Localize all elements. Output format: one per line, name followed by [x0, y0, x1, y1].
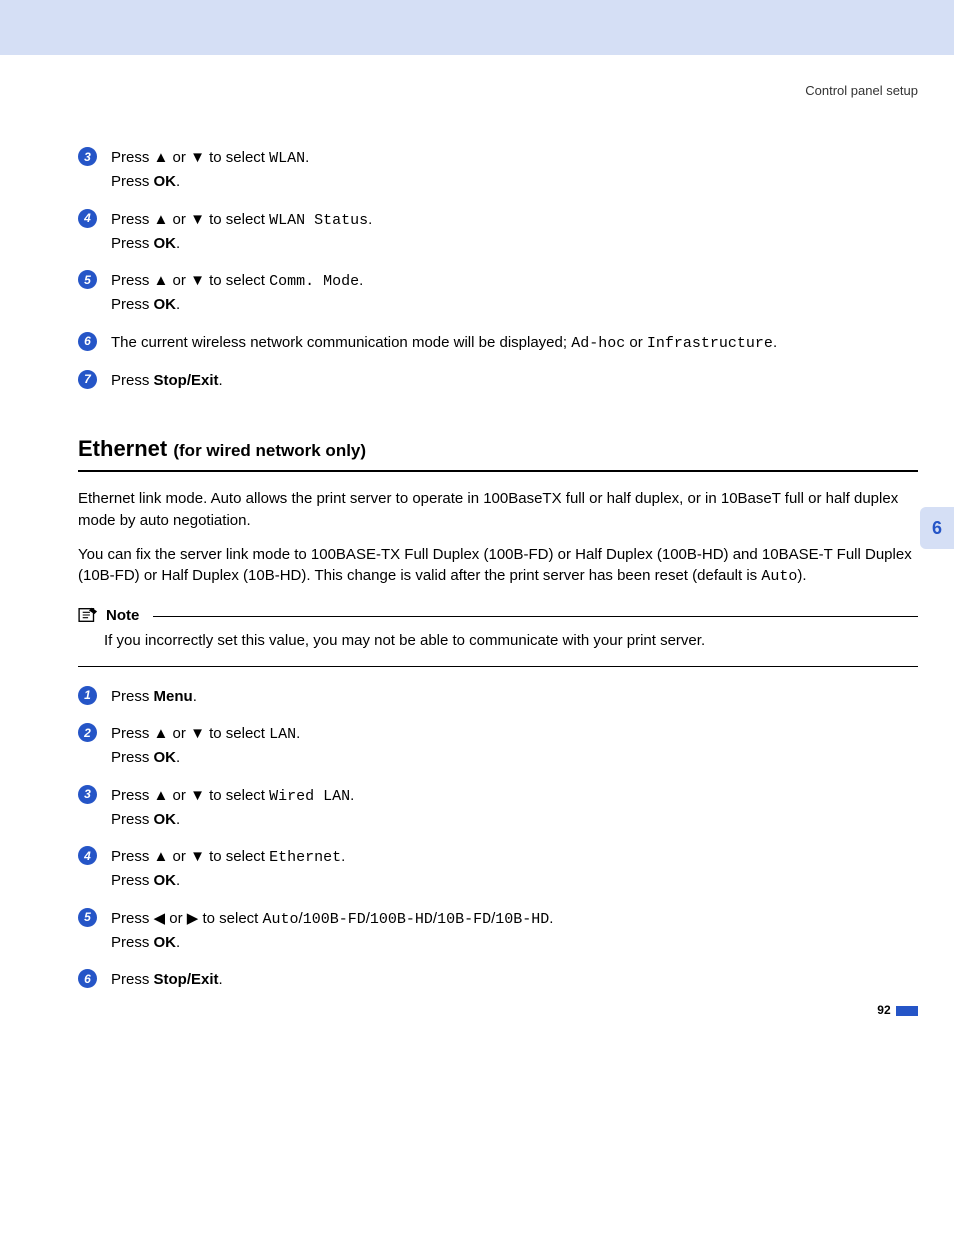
left-arrow-icon: ◀	[154, 910, 166, 927]
text: Press	[111, 372, 154, 389]
page-number: 92	[877, 1003, 890, 1017]
step-badge: 6	[78, 969, 97, 988]
step-body: Press ▲ or ▼ to select Wired LAN.Press O…	[111, 784, 918, 832]
heading-sub: (for wired network only)	[173, 441, 366, 460]
code: 100B-FD	[303, 911, 366, 928]
code: Auto	[263, 911, 299, 928]
step-3: 3 Press ▲ or ▼ to select WLAN.Press OK.	[78, 146, 918, 194]
step-6: 6 The current wireless network communica…	[78, 331, 918, 355]
step-body: Press ▲ or ▼ to select WLAN Status.Press…	[111, 208, 918, 256]
paragraph-2: You can fix the server link mode to 100B…	[78, 544, 918, 589]
bottom-step-6: 6 Press Stop/Exit.	[78, 968, 918, 991]
section-heading: Ethernet (for wired network only)	[78, 436, 918, 462]
step-body: Press ▲ or ▼ to select LAN.Press OK.	[111, 722, 918, 770]
bold: Menu	[154, 688, 193, 705]
step-badge: 3	[78, 785, 97, 804]
paragraph-1: Ethernet link mode. Auto allows the prin…	[78, 488, 918, 532]
step-7: 7 Press Stop/Exit.	[78, 369, 918, 392]
text: Press	[111, 971, 154, 988]
text: or	[625, 334, 647, 351]
footer-mark-icon	[896, 1006, 918, 1016]
step-badge: 6	[78, 332, 97, 351]
header-label: Control panel setup	[78, 83, 918, 98]
step-body: Press ▲ or ▼ to select Ethernet.Press OK…	[111, 845, 918, 893]
code: Ethernet	[269, 849, 341, 866]
step-badge: 4	[78, 846, 97, 865]
bold: Stop/Exit	[154, 372, 219, 389]
text: Press	[111, 910, 154, 927]
chapter-tab: 6	[920, 507, 954, 549]
text: .	[193, 688, 197, 705]
text: .	[219, 372, 223, 389]
step-body: Press Stop/Exit.	[111, 369, 918, 392]
step-badge: 5	[78, 270, 97, 289]
options: Auto/100B-FD/100B-HD/10B-FD/10B-HD	[263, 910, 550, 927]
step-body: Press Menu.	[111, 685, 918, 708]
up-arrow-icon: ▲	[154, 848, 169, 865]
code: Infrastructure	[647, 335, 773, 352]
code: Comm. Mode	[269, 273, 359, 290]
top-band	[0, 0, 954, 55]
step-body: Press ▲ or ▼ to select Comm. Mode.Press …	[111, 269, 918, 317]
text: to select	[198, 910, 262, 927]
note-block: Note If you incorrectly set this value, …	[78, 606, 918, 667]
step-badge: 2	[78, 723, 97, 742]
bottom-step-5: 5 Press ◀ or ▶ to select Auto/100B-FD/10…	[78, 907, 918, 955]
up-arrow-icon: ▲	[154, 272, 169, 289]
code: Ad-hoc	[571, 335, 625, 352]
note-icon	[78, 606, 100, 624]
code: WLAN	[269, 150, 305, 167]
note-top-rule	[153, 616, 918, 617]
code: Wired LAN	[269, 788, 350, 805]
step-body: Press ▲ or ▼ to select WLAN.Press OK.	[111, 146, 918, 194]
page-footer: 92	[877, 1003, 918, 1017]
press-ok: Press OK.	[111, 934, 180, 951]
up-arrow-icon: ▲	[154, 725, 169, 742]
bottom-step-1: 1 Press Menu.	[78, 685, 918, 708]
code: 10B-HD	[495, 911, 549, 928]
code: Auto	[761, 568, 797, 585]
note-bottom-rule	[78, 666, 918, 667]
down-arrow-icon: ▼	[190, 848, 205, 865]
right-arrow-icon: ▶	[187, 910, 199, 927]
text: .	[773, 334, 777, 351]
code: 10B-FD	[437, 911, 491, 928]
step-5: 5 Press ▲ or ▼ to select Comm. Mode.Press…	[78, 269, 918, 317]
up-arrow-icon: ▲	[154, 149, 169, 166]
note-title: Note	[106, 607, 139, 624]
step-badge: 1	[78, 686, 97, 705]
down-arrow-icon: ▼	[190, 787, 205, 804]
down-arrow-icon: ▼	[190, 272, 205, 289]
bottom-step-2: 2 Press ▲ or ▼ to select LAN.Press OK.	[78, 722, 918, 770]
code: 100B-HD	[370, 911, 433, 928]
bottom-step-4: 4 Press ▲ or ▼ to select Ethernet.Press O…	[78, 845, 918, 893]
step-body: The current wireless network communicati…	[111, 331, 918, 355]
code: LAN	[269, 726, 296, 743]
bold: Stop/Exit	[154, 971, 219, 988]
down-arrow-icon: ▼	[190, 149, 205, 166]
up-arrow-icon: ▲	[154, 211, 169, 228]
heading-main: Ethernet	[78, 436, 173, 461]
step-badge: 3	[78, 147, 97, 166]
step-badge: 4	[78, 209, 97, 228]
step-body: Press Stop/Exit.	[111, 968, 918, 991]
bottom-step-3: 3 Press ▲ or ▼ to select Wired LAN.Press …	[78, 784, 918, 832]
down-arrow-icon: ▼	[190, 211, 205, 228]
text: ).	[797, 567, 806, 584]
page-content: Control panel setup 3 Press ▲ or ▼ to sel…	[0, 83, 954, 1045]
heading-rule	[78, 470, 918, 472]
text: The current wireless network communicati…	[111, 334, 571, 351]
up-arrow-icon: ▲	[154, 787, 169, 804]
note-body: If you incorrectly set this value, you m…	[104, 630, 918, 652]
step-4: 4 Press ▲ or ▼ to select WLAN Status.Pres…	[78, 208, 918, 256]
text: .	[219, 971, 223, 988]
text: or	[165, 910, 187, 927]
text: Press	[111, 688, 154, 705]
step-badge: 5	[78, 908, 97, 927]
step-badge: 7	[78, 370, 97, 389]
down-arrow-icon: ▼	[190, 725, 205, 742]
code: WLAN Status	[269, 212, 368, 229]
step-body: Press ◀ or ▶ to select Auto/100B-FD/100B…	[111, 907, 918, 955]
